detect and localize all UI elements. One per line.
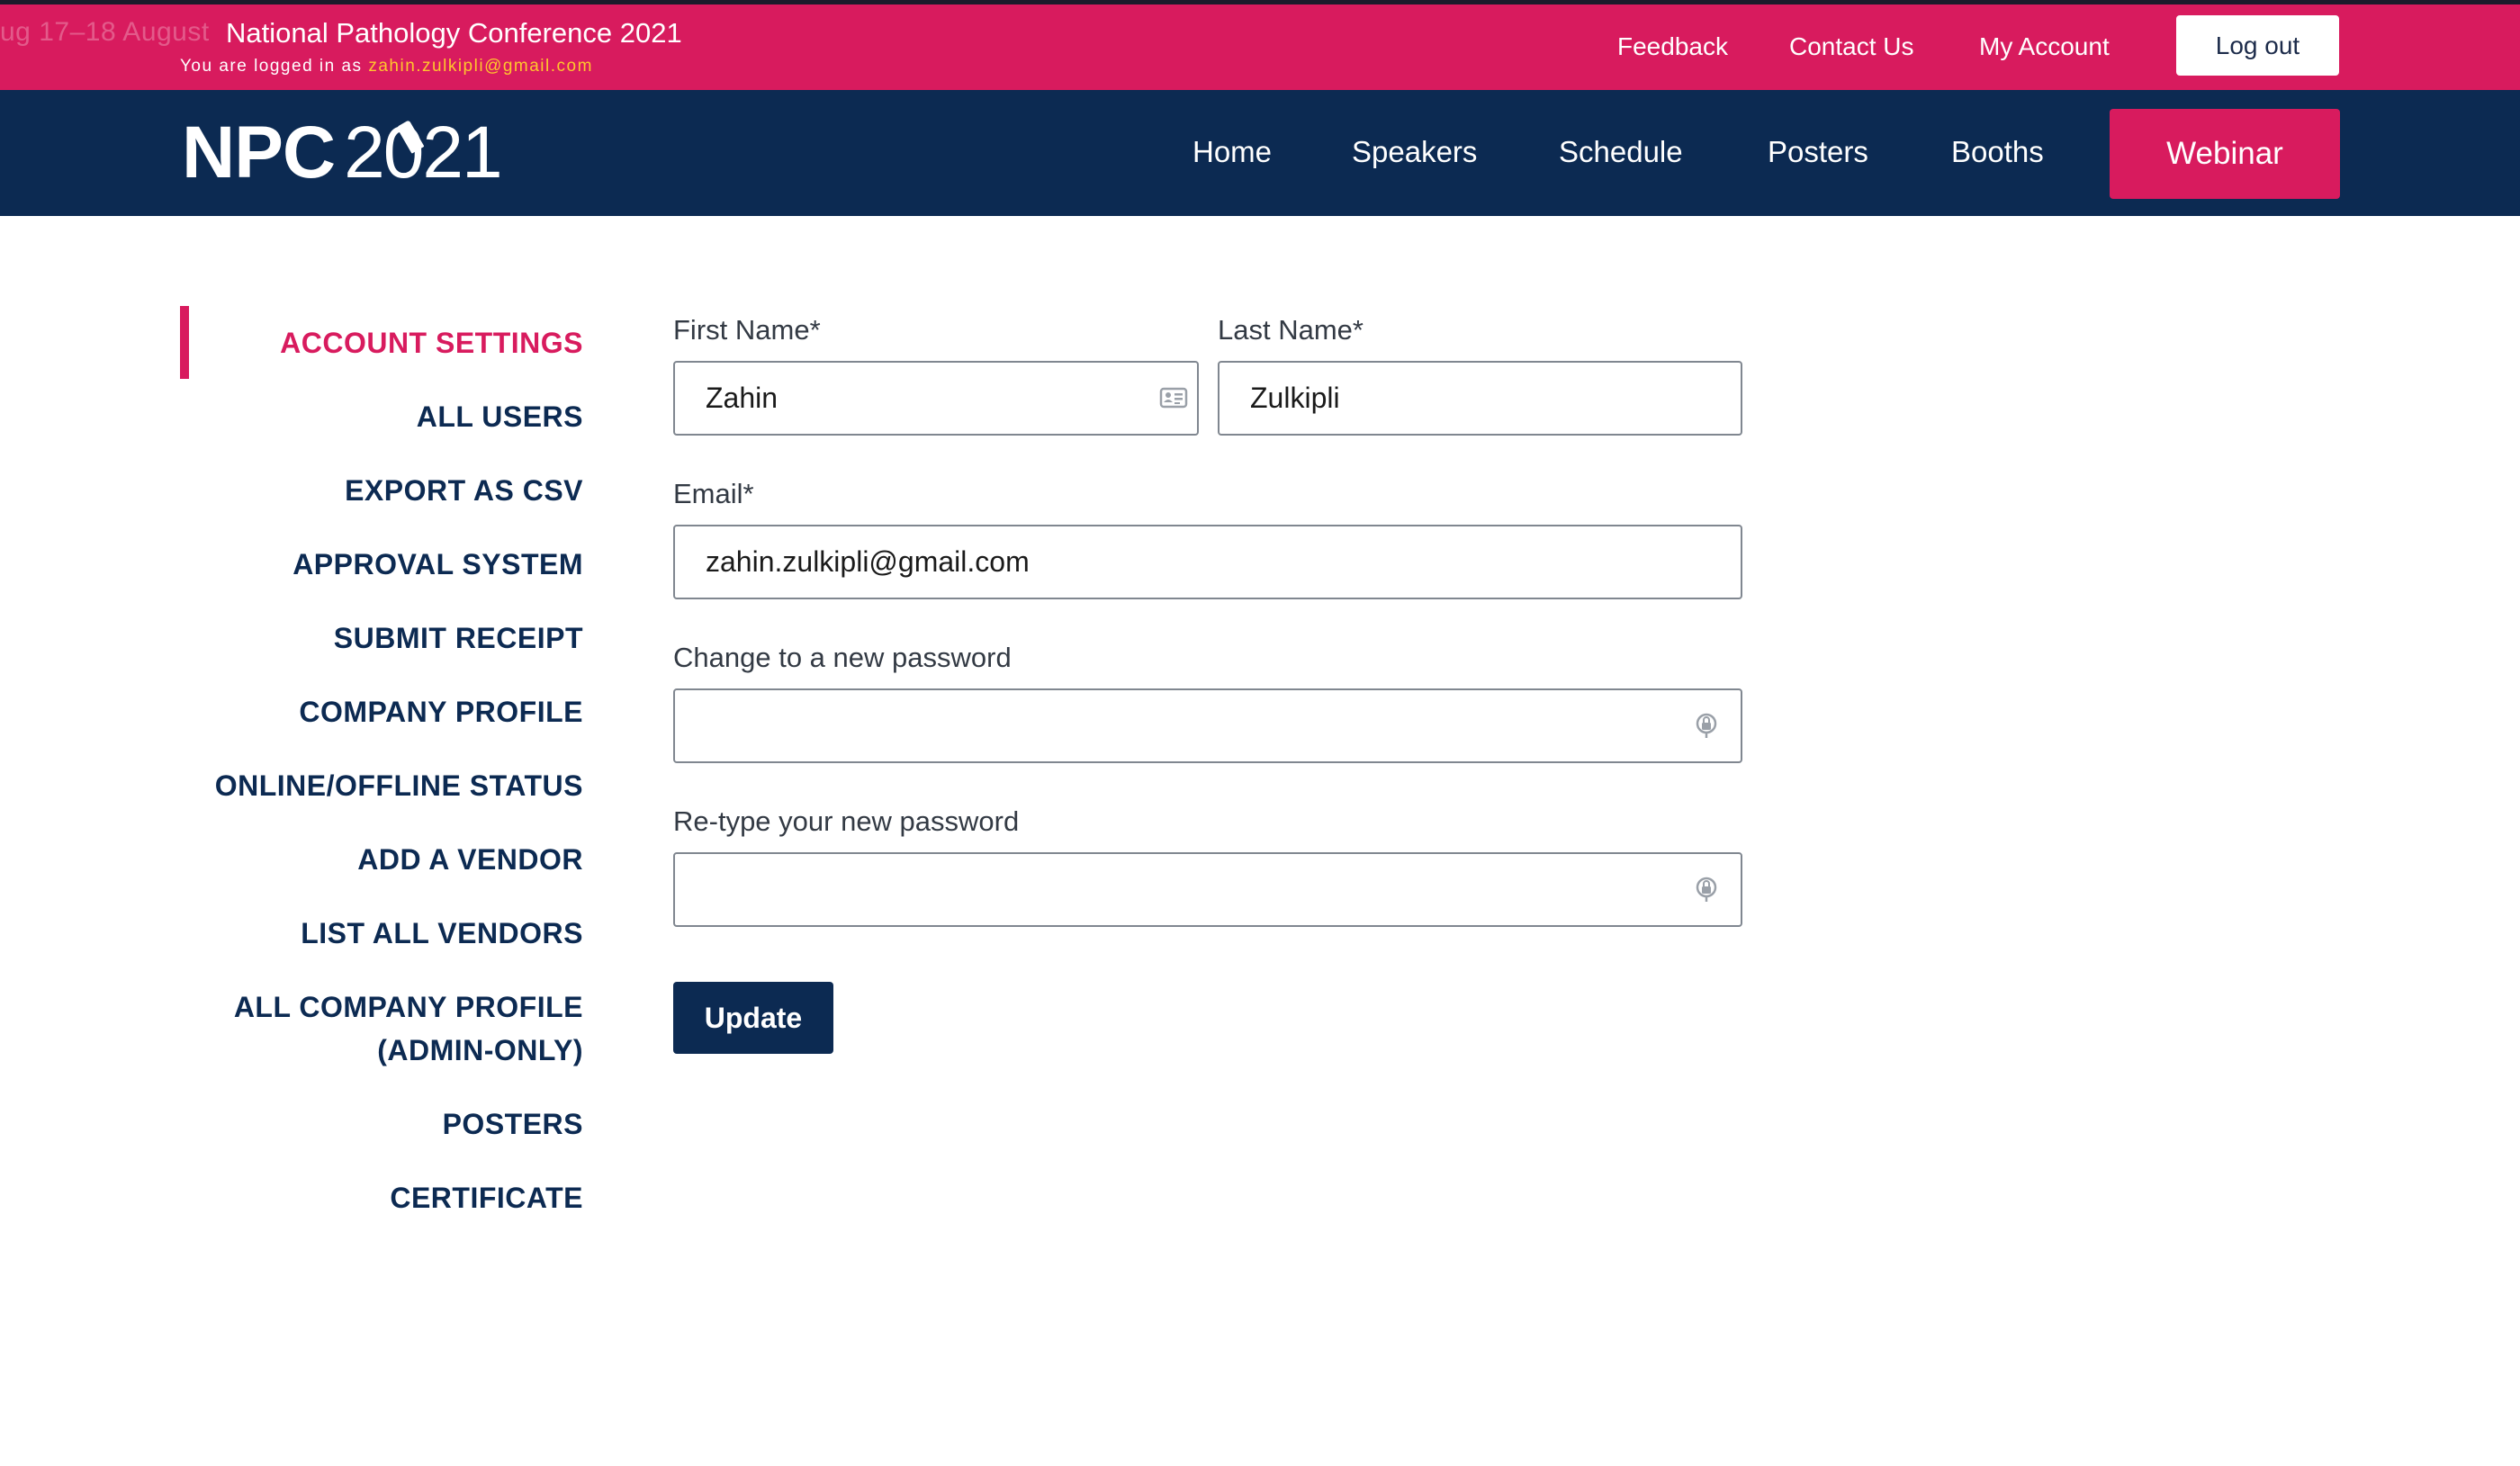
logged-in-email: zahin.zulkipli@gmail.com <box>368 57 593 76</box>
sidebar-item-list-vendors[interactable]: LIST ALL VENDORS <box>301 912 583 955</box>
npc-logo[interactable]: NPC 2021 <box>182 108 503 198</box>
logged-in-prefix: You are logged in as <box>180 57 363 76</box>
last-name-input[interactable] <box>1218 361 1742 436</box>
logo-year: 2021 <box>344 111 502 195</box>
sidebar-item-export-csv[interactable]: EXPORT AS CSV <box>345 469 583 512</box>
sidebar-item-all-company-profile[interactable]: ALL COMPANY PROFILE <box>234 985 583 1029</box>
active-indicator <box>180 306 189 379</box>
new-password-input[interactable] <box>673 688 1742 763</box>
sidebar-item-approval-system[interactable]: APPROVAL SYSTEM <box>292 543 583 586</box>
sidebar-item-all-users[interactable]: ALL USERS <box>417 395 583 438</box>
event-date-marquee: ug 17–18 August <box>0 17 209 47</box>
sidebar-item-posters[interactable]: POSTERS <box>443 1102 583 1146</box>
first-name-input[interactable] <box>673 361 1199 436</box>
password-key-icon[interactable] <box>1692 711 1721 740</box>
retype-password-label: Re-type your new password <box>673 805 1020 837</box>
conference-title: National Pathology Conference 2021 <box>226 17 682 49</box>
contact-card-icon[interactable] <box>1159 383 1188 412</box>
email-label: Email* <box>673 478 754 509</box>
new-password-label: Change to a new password <box>673 642 1012 673</box>
email-input[interactable] <box>673 525 1742 599</box>
webinar-button[interactable]: Webinar <box>2110 109 2340 199</box>
password-key-icon[interactable] <box>1692 875 1721 904</box>
sidebar-item-online-offline-status[interactable]: ONLINE/OFFLINE STATUS <box>215 764 583 807</box>
logo-year-text: 2021 <box>344 112 502 193</box>
update-button[interactable]: Update <box>673 982 833 1054</box>
sidebar-item-add-vendor[interactable]: ADD A VENDOR <box>357 838 583 881</box>
main-nav: NPC 2021 Home Speakers Schedule Posters … <box>0 90 2520 216</box>
sidebar-item-submit-receipt[interactable]: SUBMIT RECEIPT <box>334 616 583 660</box>
sidebar-item-company-profile[interactable]: COMPANY PROFILE <box>299 690 583 733</box>
logo-text: NPC <box>182 112 336 193</box>
logout-button[interactable]: Log out <box>2176 15 2339 76</box>
sidebar-item-certificate[interactable]: CERTIFICATE <box>390 1176 583 1219</box>
feedback-link[interactable]: Feedback <box>1617 32 1728 61</box>
nav-schedule[interactable]: Schedule <box>1559 135 1683 169</box>
nav-booths[interactable]: Booths <box>1951 135 2044 169</box>
my-account-link[interactable]: My Account <box>1979 32 2110 61</box>
logged-in-status: You are logged in as zahin.zulkipli@gmai… <box>180 57 593 76</box>
retype-password-input[interactable] <box>673 852 1742 927</box>
last-name-label: Last Name* <box>1218 314 1364 346</box>
nav-posters[interactable]: Posters <box>1768 135 1868 169</box>
top-bar: ug 17–18 August National Pathology Confe… <box>0 0 2520 90</box>
sidebar-item-all-company-profile-admin[interactable]: (ADMIN-ONLY) <box>377 1029 583 1072</box>
nav-speakers[interactable]: Speakers <box>1352 135 1477 169</box>
sidebar-item-account-settings[interactable]: ACCOUNT SETTINGS <box>280 321 583 364</box>
contact-us-link[interactable]: Contact Us <box>1789 32 1914 61</box>
first-name-label: First Name* <box>673 314 821 346</box>
nav-home[interactable]: Home <box>1192 135 1272 169</box>
